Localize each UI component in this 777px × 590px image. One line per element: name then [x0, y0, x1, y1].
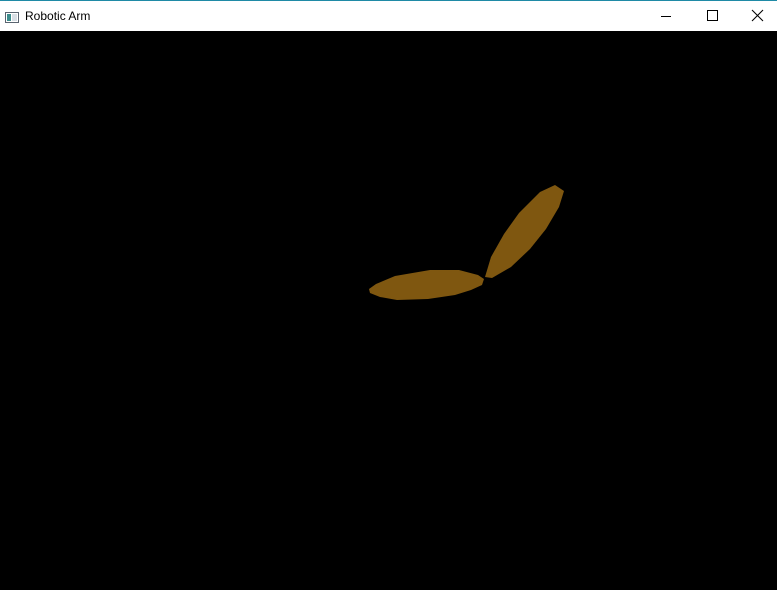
close-button[interactable] [731, 1, 777, 31]
render-viewport[interactable] [0, 31, 777, 585]
window-title: Robotic Arm [25, 9, 91, 23]
minimize-button[interactable] [643, 1, 689, 31]
arm-canvas [369, 185, 564, 300]
title-bar[interactable]: Robotic Arm [0, 0, 777, 31]
minimize-icon [661, 16, 671, 17]
maximize-icon [707, 10, 718, 21]
upper-arm-segment [369, 270, 484, 300]
maximize-button[interactable] [689, 1, 735, 31]
application-window-icon [5, 10, 19, 23]
close-icon [751, 9, 764, 22]
app-window: Robotic Arm [0, 0, 777, 585]
forearm-segment [485, 185, 564, 278]
